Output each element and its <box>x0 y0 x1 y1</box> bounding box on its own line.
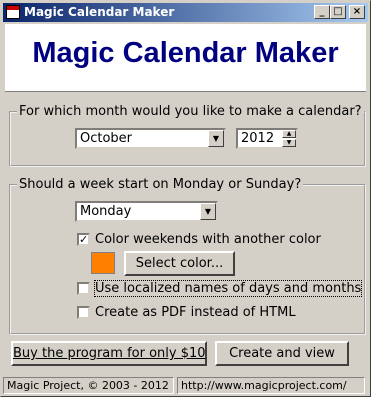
checkbox-box[interactable] <box>77 282 90 295</box>
select-color-button[interactable]: Select color... <box>124 251 235 276</box>
spin-up-icon[interactable]: ▲ <box>282 130 296 138</box>
create-and-view-button[interactable]: Create and view <box>215 341 349 366</box>
month-group: For which month would you like to make a… <box>9 104 366 167</box>
checkbox-box[interactable] <box>77 306 90 319</box>
main-window: Magic Calendar Maker _ □ × Magic Calenda… <box>0 0 371 397</box>
month-select-value: October <box>80 131 133 146</box>
week-start-value: Monday <box>80 204 132 219</box>
minimize-button[interactable]: _ <box>314 5 330 19</box>
chevron-down-icon[interactable]: ▼ <box>200 203 216 220</box>
year-value: 2012 <box>241 131 275 146</box>
window-title: Magic Calendar Maker <box>24 5 175 19</box>
checkmark-icon[interactable]: ✓ <box>77 233 90 246</box>
spin-down-icon[interactable]: ▼ <box>282 139 296 147</box>
close-button[interactable]: × <box>349 5 365 19</box>
week-start-select[interactable]: Monday ▼ <box>75 201 218 222</box>
calendar-app-icon <box>6 5 20 19</box>
maximize-button[interactable]: □ <box>330 5 346 19</box>
pdf-output-label: Create as PDF instead of HTML <box>95 305 296 320</box>
week-group-legend: Should a week start on Monday or Sunday? <box>17 177 304 192</box>
header-banner: Magic Calendar Maker <box>5 24 366 92</box>
weekend-color-swatch <box>91 252 115 274</box>
localized-names-label: Use localized names of days and months <box>93 280 363 297</box>
month-select[interactable]: October ▼ <box>75 128 226 149</box>
buy-button[interactable]: Buy the program for only $10 <box>11 341 207 366</box>
status-bar: Magic Project, © 2003 - 2012 http://www.… <box>3 376 368 395</box>
chevron-down-icon[interactable]: ▼ <box>208 130 224 147</box>
title-bar[interactable]: Magic Calendar Maker _ □ × <box>3 3 368 22</box>
color-weekends-label: Color weekends with another color <box>95 232 321 247</box>
year-stepper[interactable]: 2012 ▲ ▼ <box>236 128 298 149</box>
status-url[interactable]: http://www.magicproject.com/ <box>177 377 365 394</box>
status-copyright: Magic Project, © 2003 - 2012 <box>3 377 174 394</box>
banner-title: Magic Calendar Maker <box>32 37 339 69</box>
week-group: Should a week start on Monday or Sunday?… <box>9 177 366 335</box>
month-group-legend: For which month would you like to make a… <box>17 104 364 119</box>
